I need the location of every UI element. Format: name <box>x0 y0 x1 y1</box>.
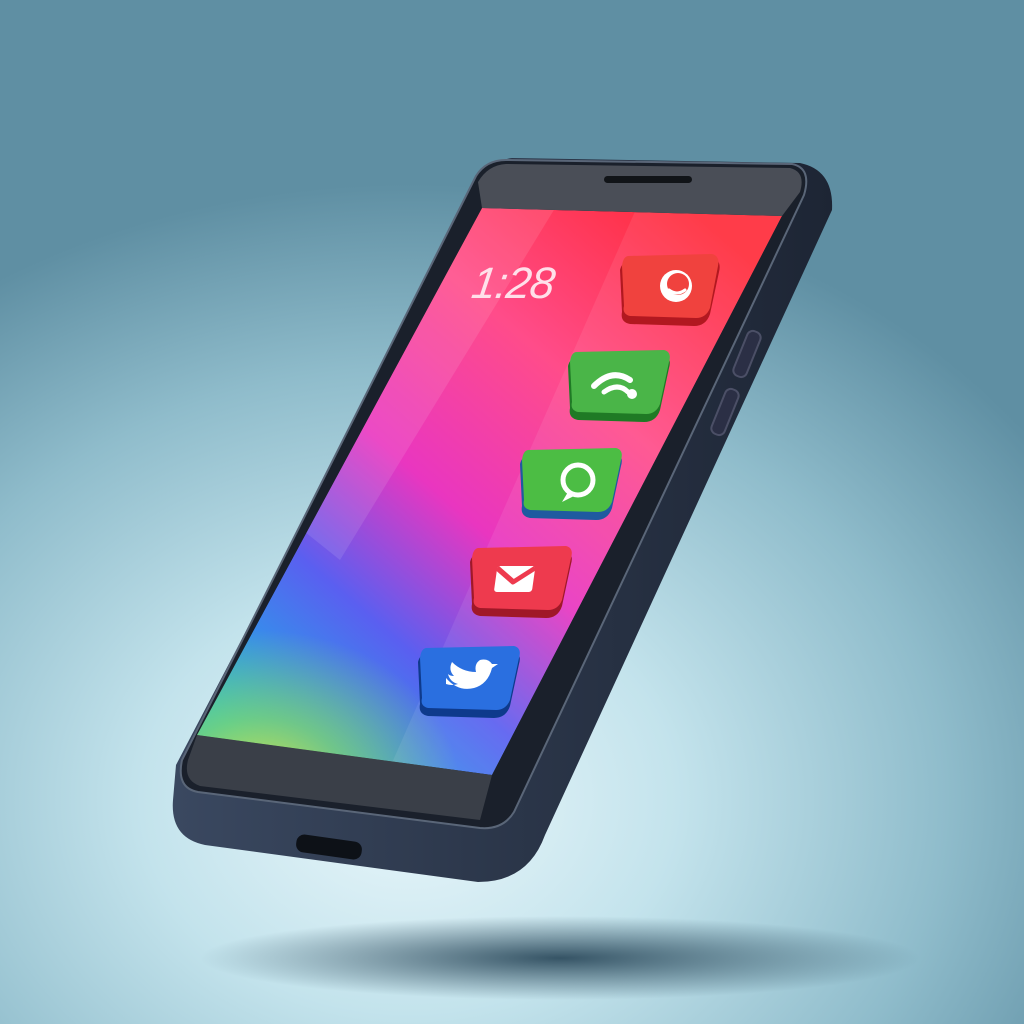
app-phone[interactable] <box>568 350 670 422</box>
smiley-chat-icon <box>660 270 692 302</box>
app-messaging[interactable] <box>520 448 622 520</box>
envelope-icon <box>494 565 537 592</box>
phone-shadow <box>200 916 920 1000</box>
scene: 1:28 <box>172 158 920 1000</box>
app-twitter[interactable] <box>418 646 520 718</box>
app-mail[interactable] <box>470 546 572 618</box>
app-chat[interactable] <box>620 254 720 326</box>
speaker-grille <box>604 176 692 183</box>
status-time: 1:28 <box>469 259 559 308</box>
